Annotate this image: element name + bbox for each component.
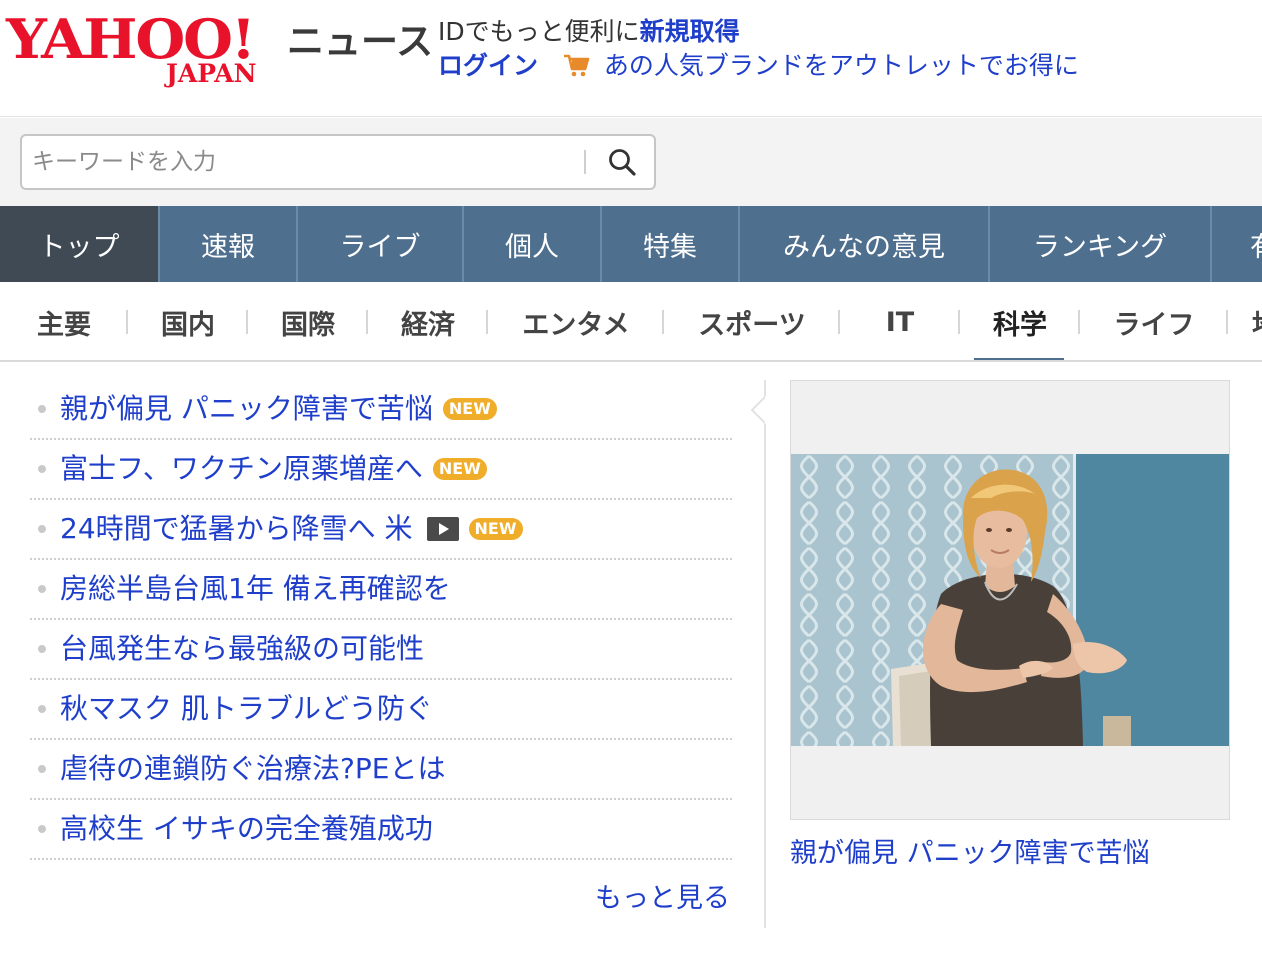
search-icon — [609, 149, 636, 176]
cat-item-label: エンタメ — [522, 309, 630, 341]
cat-item-world[interactable]: 国際 — [248, 282, 368, 360]
topic-item[interactable]: 秋マスク 肌トラブルどう防ぐ — [30, 680, 732, 740]
cat-item-life[interactable]: ライフ — [1080, 282, 1228, 360]
cat-item-economy[interactable]: 経済 — [368, 282, 488, 360]
gnav-item-opinion[interactable]: みんなの意見 — [740, 206, 990, 282]
cat-item-label: 経済 — [401, 309, 455, 341]
cat-item-main[interactable]: 主要 — [0, 282, 128, 360]
cat-item-label: 地 — [1252, 303, 1262, 342]
new-badge: NEW — [442, 398, 497, 420]
topic-item[interactable]: 房総半島台風1年 備え再確認を — [30, 560, 732, 620]
cat-item-sports[interactable]: スポーツ — [664, 282, 840, 360]
id-promo: IDでもっと便利に新規取得 — [438, 14, 740, 50]
bullet-icon — [38, 705, 46, 713]
topic-item[interactable]: 台風発生なら最強級の可能性 — [30, 620, 732, 680]
cat-item-entertainment[interactable]: エンタメ — [488, 282, 664, 360]
logo-sub-text: JAPAN — [166, 59, 257, 88]
outlet-promo-link[interactable]: あの人気ブランドをアウトレットでお得に — [604, 51, 1079, 80]
topic-item[interactable]: 富士フ、ワクチン原薬増産へ NEW — [30, 440, 732, 500]
cat-item-science[interactable]: 科学 — [960, 282, 1080, 360]
cart-icon — [563, 54, 590, 77]
topic-item[interactable]: 親が偏見 パニック障害で苦悩 NEW — [30, 380, 732, 440]
search-divider — [584, 150, 586, 174]
gnav-item-breaking[interactable]: 速報 — [160, 206, 298, 282]
topic-item[interactable]: 虐待の連鎖防ぐ治療法?PEとは — [30, 740, 732, 800]
cat-item-label: スポーツ — [698, 309, 806, 341]
search-box — [20, 134, 656, 190]
bullet-icon — [38, 645, 46, 653]
search-input[interactable] — [30, 144, 570, 180]
cat-item-local[interactable]: 地 — [1228, 282, 1262, 360]
bullet-icon — [38, 825, 46, 833]
column-separator — [764, 380, 766, 928]
gnav-item-ranking[interactable]: ランキング — [990, 206, 1212, 282]
pickup-caption-link[interactable]: 親が偏見 パニック障害で苦悩 — [790, 834, 1150, 874]
gnav-item-feature[interactable]: 特集 — [602, 206, 740, 282]
cat-item-label: 国際 — [281, 309, 335, 341]
signup-link[interactable]: 新規取得 — [640, 17, 740, 46]
video-icon — [426, 517, 459, 541]
topic-item[interactable]: 高校生 イサキの完全養殖成功 — [30, 800, 732, 860]
login-link[interactable]: ログイン — [438, 51, 538, 80]
yahoo-japan-logo[interactable]: YAHOO! JAPAN — [6, 10, 280, 92]
id-promo-text: IDでもっと便利に — [438, 17, 640, 46]
pointer-arrow-icon — [750, 396, 772, 424]
pickup-image-frame[interactable] — [790, 380, 1230, 820]
gnav-item-top[interactable]: トップ — [0, 206, 160, 282]
gnav-item-individual[interactable]: 個人 — [464, 206, 602, 282]
cat-item-label: 科学 — [993, 309, 1047, 341]
category-nav: 主要 国内 国際 経済 エンタメ スポーツ IT 科学 ライフ 地 — [0, 282, 1262, 362]
cat-item-label: ライフ — [1113, 309, 1195, 341]
bullet-icon — [38, 765, 46, 773]
bullet-icon — [38, 585, 46, 593]
promo-line: ログイン あの人気ブランドをアウトレットでお得に — [438, 48, 1079, 84]
topic-title[interactable]: 親が偏見 パニック障害で苦悩 — [60, 391, 433, 427]
bullet-icon — [38, 525, 46, 533]
active-tab-indicator — [974, 358, 1064, 360]
header: YAHOO! JAPAN ニュース IDでもっと便利に新規取得 ログイン あの人… — [0, 0, 1262, 117]
topic-title[interactable]: 富士フ、ワクチン原薬増産へ — [60, 451, 423, 487]
cat-item-label: 国内 — [161, 309, 215, 341]
topic-title[interactable]: 虐待の連鎖防ぐ治療法?PEとは — [60, 751, 445, 787]
cat-item-it[interactable]: IT — [840, 282, 960, 360]
bullet-icon — [38, 465, 46, 473]
search-button[interactable] — [596, 140, 648, 184]
new-badge: NEW — [432, 458, 487, 480]
pickup-photo — [791, 454, 1229, 746]
topic-title[interactable]: 台風発生なら最強級の可能性 — [60, 631, 424, 667]
cat-item-label: 主要 — [37, 309, 91, 341]
search-band — [0, 118, 1262, 206]
gnav-item-live[interactable]: ライブ — [298, 206, 464, 282]
topic-title[interactable]: 秋マスク 肌トラブルどう防ぐ — [60, 691, 433, 727]
topic-title[interactable]: 24時間で猛暑から降雪へ 米 — [60, 511, 413, 547]
gnav-item-paid[interactable]: 有 — [1212, 206, 1262, 282]
cat-item-label: IT — [885, 306, 915, 338]
topic-title[interactable]: 高校生 イサキの完全養殖成功 — [60, 811, 433, 847]
cat-item-domestic[interactable]: 国内 — [128, 282, 248, 360]
bullet-icon — [38, 405, 46, 413]
service-name[interactable]: ニュース — [287, 20, 433, 64]
topic-title[interactable]: 房総半島台風1年 備え再確認を — [60, 571, 451, 607]
more-link[interactable]: もっと見る — [595, 876, 730, 915]
new-badge: NEW — [468, 518, 523, 540]
topics-list: 親が偏見 パニック障害で苦悩 NEW 富士フ、ワクチン原薬増産へ NEW 24時… — [30, 380, 732, 914]
global-nav: トップ 速報 ライブ 個人 特集 みんなの意見 ランキング 有 — [0, 206, 1262, 282]
topic-item[interactable]: 24時間で猛暑から降雪へ 米 NEW — [30, 500, 732, 560]
